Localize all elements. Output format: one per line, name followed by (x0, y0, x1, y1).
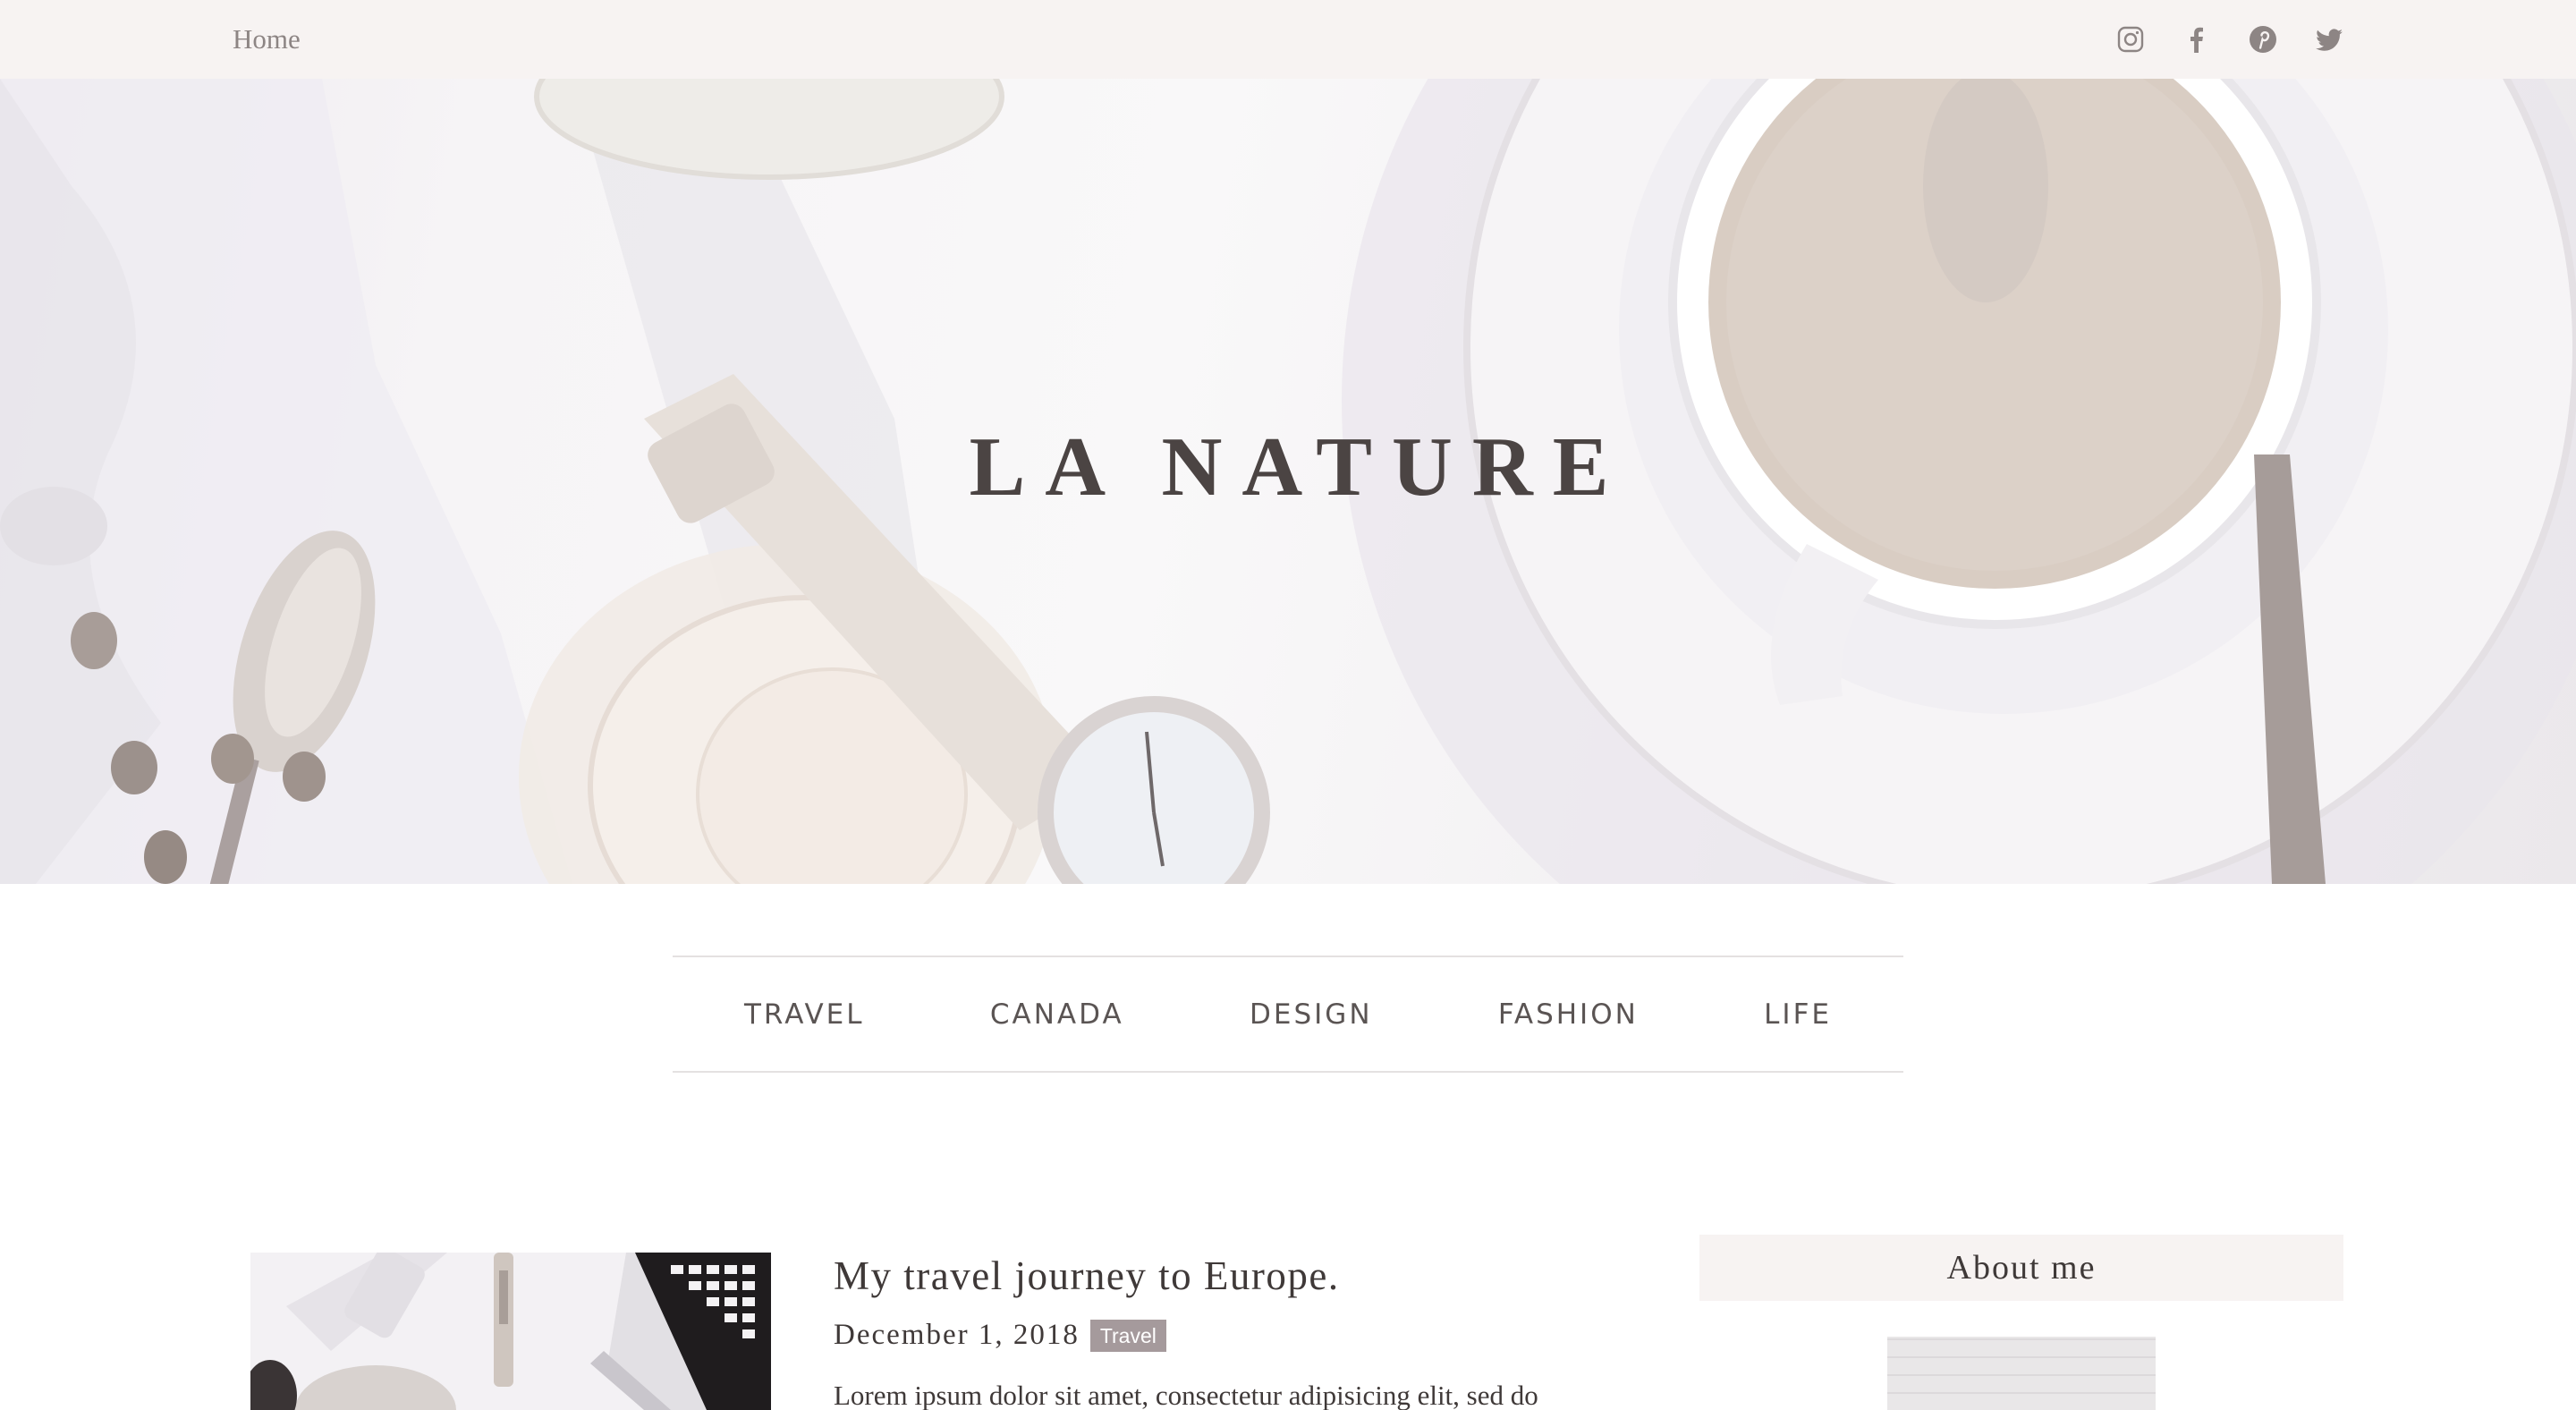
post-excerpt: Lorem ipsum dolor sit amet, consectetur … (834, 1380, 1538, 1410)
category-design[interactable]: DESIGN (1250, 998, 1373, 1031)
about-me-heading: About me (1699, 1235, 2343, 1301)
post-title[interactable]: My travel journey to Europe. (834, 1253, 1340, 1299)
category-travel[interactable]: TRAVEL (744, 998, 865, 1031)
category-life[interactable]: LIFE (1764, 998, 1832, 1031)
category-canada[interactable]: CANADA (990, 998, 1124, 1031)
category-nav: TRAVEL CANADA DESIGN FASHION LIFE (673, 956, 1903, 1073)
hero-banner: LA NATURE (0, 79, 2576, 884)
post-meta: December 1, 2018 Travel (834, 1319, 1166, 1352)
home-link[interactable]: Home (233, 23, 301, 55)
top-bar: Home (0, 0, 2576, 79)
instagram-icon[interactable] (2116, 25, 2145, 54)
facebook-icon[interactable] (2182, 25, 2211, 54)
category-fashion[interactable]: FASHION (1498, 998, 1639, 1031)
post-thumbnail[interactable] (250, 1253, 771, 1410)
post-date: December 1, 2018 (834, 1319, 1080, 1351)
twitter-icon[interactable] (2315, 25, 2343, 54)
post-thumbnail-image (250, 1253, 771, 1410)
social-links (2116, 25, 2343, 54)
site-title: LA NATURE (969, 420, 1629, 514)
post-tag-badge[interactable]: Travel (1089, 1319, 1166, 1352)
about-me-photo (1887, 1337, 2156, 1410)
pinterest-icon[interactable] (2249, 25, 2277, 54)
